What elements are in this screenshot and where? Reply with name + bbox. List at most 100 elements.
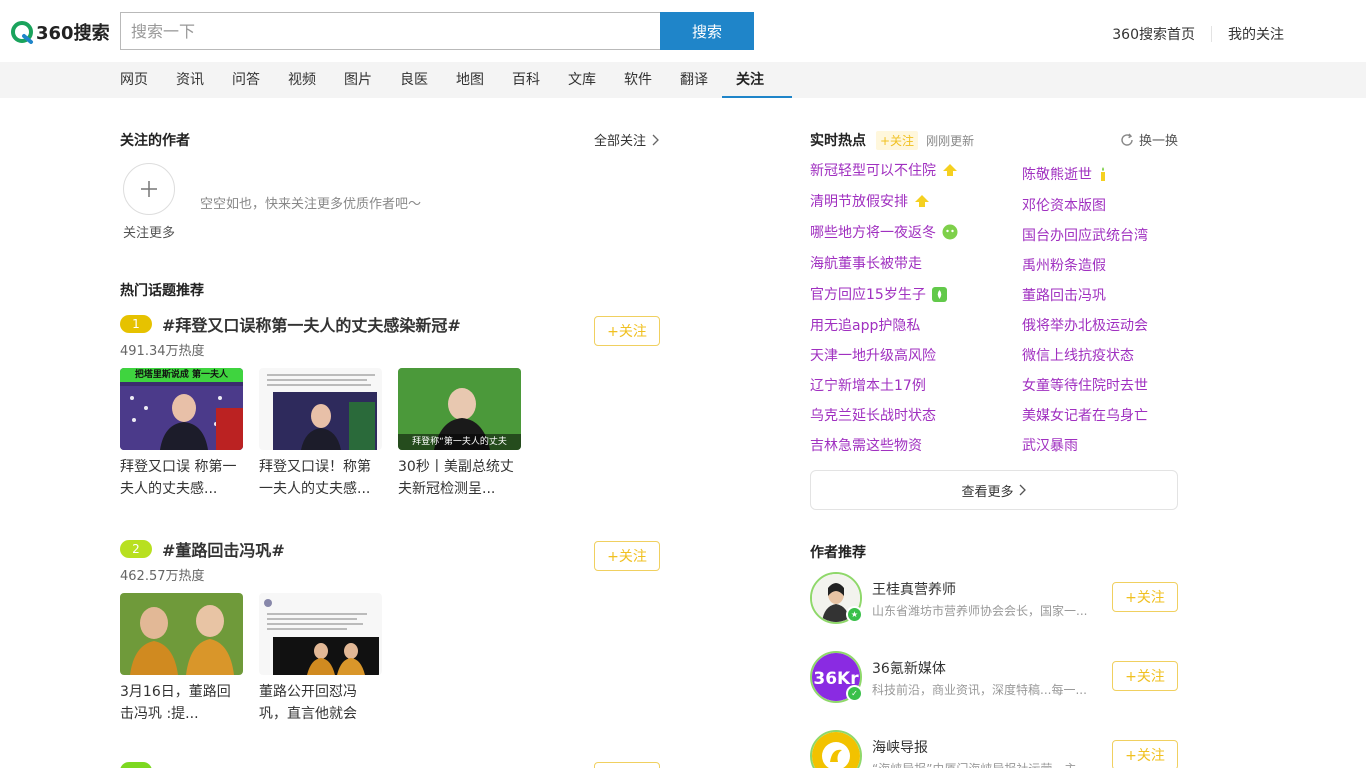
follow-topic-button[interactable]: +关注 — [594, 316, 660, 346]
follow-tag[interactable]: +关注 — [876, 130, 919, 150]
tab-software[interactable]: 软件 — [624, 62, 652, 98]
topic-name[interactable]: #董路回击冯巩# — [162, 537, 285, 561]
add-author-label[interactable]: 关注更多 — [123, 222, 175, 241]
thumbnail — [120, 593, 243, 675]
tab-news[interactable]: 资讯 — [176, 62, 204, 98]
tab-translate[interactable]: 翻译 — [680, 62, 708, 98]
topic-thumb-card[interactable]: 拜登称“第一夫人的丈夫 30秒丨美副总统丈夫新冠检测呈... — [398, 368, 521, 500]
author-desc: 科技前沿，商业资讯，深度特稿...每一... — [872, 683, 1087, 697]
author-card: 海峡导报 “海峡导报”由厦门海峡导报社运营，主... +关注 — [810, 730, 1178, 768]
rank-badge — [120, 762, 152, 768]
tab-qa[interactable]: 问答 — [232, 62, 260, 98]
follow-author-button[interactable]: +关注 — [1112, 661, 1178, 691]
hot-item[interactable]: 国台办回应武统台湾 — [1022, 225, 1148, 245]
hot-item[interactable]: 乌克兰延长战时状态 — [810, 405, 936, 425]
tab-image[interactable]: 图片 — [344, 62, 372, 98]
hot-item[interactable]: 哪些地方将一夜返冬 — [810, 222, 958, 242]
empty-tip: 空空如也，快来关注更多优质作者吧～ — [200, 197, 422, 212]
hot-item[interactable]: 微信上线抗疫状态 — [1022, 345, 1134, 365]
topic-heat: 491.34万热度 — [120, 344, 205, 359]
avatar[interactable] — [810, 730, 862, 768]
follow-author-button[interactable]: +关注 — [1112, 582, 1178, 612]
search-button[interactable]: 搜索 — [660, 12, 754, 50]
tab-video[interactable]: 视频 — [288, 62, 316, 98]
follow-topic-button[interactable]: +关注 — [594, 541, 660, 571]
hot-item[interactable]: 新冠轻型可以不住院 — [810, 160, 958, 180]
view-more-button[interactable]: 查看更多 — [810, 470, 1178, 510]
follow-author-button[interactable]: +关注 — [1112, 740, 1178, 768]
tab-wenku[interactable]: 文库 — [568, 62, 596, 98]
topic-thumb-card[interactable]: 拜登又口误！称第一夫人的丈夫感... — [259, 368, 382, 500]
all-follow-link[interactable]: 全部关注 — [594, 130, 660, 149]
refresh-button[interactable]: 换一换 — [1120, 130, 1178, 149]
hot-item[interactable]: 女童等待住院时去世 — [1022, 375, 1148, 395]
hot-item[interactable]: 天津一地升级高风险 — [810, 345, 936, 365]
chevron-right-icon — [1019, 484, 1026, 496]
tab-web[interactable]: 网页 — [120, 62, 148, 98]
my-follow-link[interactable]: 我的关注 — [1228, 24, 1284, 44]
refresh-icon — [1121, 133, 1133, 146]
thumbnail-caption: 3月16日，董路回击冯巩 :提... — [120, 684, 231, 722]
author-recommend-section: 作者推荐 ★ 王桂真营养师 山东省潍坊市营养师协会会长，国家一... +关注 3… — [810, 542, 1178, 768]
author-name[interactable]: 36氪新媒体 — [872, 658, 946, 678]
add-author-button[interactable] — [123, 163, 175, 215]
hot-item[interactable]: 清明节放假安排 — [810, 191, 930, 211]
followed-authors-section: 关注的作者 全部关注 关注更多 空空如也，快来关注更多优质作者吧～ — [120, 130, 660, 241]
topic-thumb-card[interactable]: 董路公开回怼冯巩，直言他就会 — [259, 593, 382, 725]
hot-item[interactable]: 陈敬熊逝世 — [1022, 164, 1108, 184]
hot-item[interactable]: 海航董事长被带走 — [810, 253, 922, 273]
hot-item[interactable]: 用无追app护隐私 — [810, 315, 920, 335]
author-recommend-title: 作者推荐 — [810, 545, 866, 561]
thumbnail: 把塔里斯说成 第一夫人 — [120, 368, 243, 450]
hot-item[interactable]: 官方回应15岁生子 — [810, 284, 947, 304]
hot-topics-title: 热门话题推荐 — [120, 283, 204, 299]
home-link[interactable]: 360搜索首页 — [1112, 24, 1195, 44]
author-name[interactable]: 海峡导报 — [872, 737, 928, 757]
refresh-label: 换一换 — [1138, 134, 1178, 149]
topic-name[interactable]: #拜登又口误称第一夫人的丈夫感染新冠# — [162, 312, 461, 336]
header: 360搜索 搜索 360搜索首页 我的关注 — [0, 0, 1366, 62]
topic-heat: 462.57万热度 — [120, 569, 205, 584]
rank-badge: 2 — [120, 540, 152, 558]
tab-baike[interactable]: 百科 — [512, 62, 540, 98]
hot-item[interactable]: 董路回击冯巩 — [1022, 285, 1106, 305]
tab-follow[interactable]: 关注 — [722, 62, 792, 98]
new-badge-icon — [942, 224, 958, 240]
hot-item[interactable]: 俄将举办北极运动会 — [1022, 315, 1148, 335]
trending-up-icon — [915, 195, 929, 207]
thumbnail-caption: 董路公开回怼冯巩，直言他就会 — [259, 684, 357, 722]
chevron-right-icon — [652, 134, 659, 145]
all-follow-label: 全部关注 — [593, 134, 646, 149]
hot-item[interactable]: 禹州粉条造假 — [1022, 255, 1106, 275]
topic-card: 1 #拜登又口误称第一夫人的丈夫感染新冠# 491.34万热度 +关注 把塔里斯… — [120, 312, 660, 500]
trending-up-icon — [943, 164, 957, 176]
hot-item[interactable]: 武汉暴雨 — [1022, 435, 1078, 455]
topic-thumb-card[interactable]: 把塔里斯说成 第一夫人 拜登又口误 称第一夫人的丈夫感... — [120, 368, 243, 500]
hot-item[interactable]: 邓伦资本版图 — [1022, 195, 1106, 215]
nav-tabs: 网页 资讯 问答 视频 图片 良医 地图 百科 文库 软件 翻译 关注 — [120, 62, 792, 98]
author-desc: “海峡导报”由厦门海峡导报社运营，主... — [872, 760, 1090, 768]
nav-bar: 网页 资讯 问答 视频 图片 良医 地图 百科 文库 软件 翻译 关注 — [0, 62, 1366, 98]
thumbnail — [259, 368, 382, 450]
view-more-label: 查看更多 — [961, 484, 1014, 500]
topic-thumb-card[interactable]: 3月16日，董路回击冯巩 :提... — [120, 593, 243, 725]
hot-item[interactable]: 吉林急需这些物资 — [810, 435, 922, 455]
tab-map[interactable]: 地图 — [456, 62, 484, 98]
search-input[interactable] — [121, 13, 661, 49]
author-card: 36Kr ✓ 36氪新媒体 科技前沿，商业资讯，深度特稿...每一... +关注 — [810, 651, 1178, 707]
tab-doctor[interactable]: 良医 — [400, 62, 428, 98]
logo[interactable]: 360搜索 — [10, 20, 110, 44]
hot-item[interactable]: 辽宁新增本土17例 — [810, 375, 926, 395]
followed-authors-title: 关注的作者 — [120, 133, 190, 149]
author-desc: 山东省潍坊市营养师协会会长，国家一... — [872, 604, 1088, 618]
verified-icon: ★ — [846, 606, 863, 623]
realtime-hot-section: 实时热点 +关注 刚刚更新 换一换 新冠轻型可以不住院 清明节放假安排 哪些地方… — [810, 130, 1178, 510]
topic-card: 2 #董路回击冯巩# 462.57万热度 +关注 3月16日，董路回击冯巩 :提… — [120, 537, 660, 725]
author-name[interactable]: 王桂真营养师 — [872, 579, 956, 599]
plus-icon — [141, 181, 157, 197]
thumbnail-banner: 拜登称“第一夫人的丈夫 — [412, 437, 507, 447]
logo-text: 360搜索 — [36, 23, 110, 44]
follow-topic-button[interactable] — [594, 762, 660, 768]
hot-item[interactable]: 美媒女记者在乌身亡 — [1022, 405, 1148, 425]
thumbnail-caption: 30秒丨美副总统丈夫新冠检测呈... — [398, 459, 514, 497]
